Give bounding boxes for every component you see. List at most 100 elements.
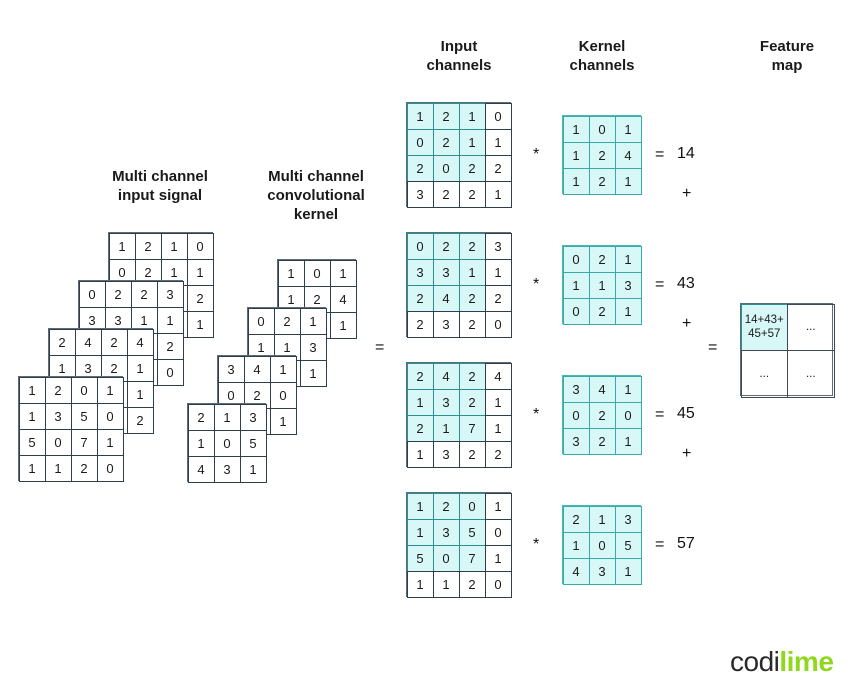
- feature-map-grid: 14+43+ 45+57 ... ... ...: [740, 303, 835, 398]
- matrix-cell: 1: [432, 570, 460, 598]
- matrix-cell: 2: [588, 245, 616, 273]
- matrix-cell: 2: [588, 401, 616, 429]
- matrix-cell: 1: [187, 429, 215, 457]
- channel-result: 45: [677, 405, 695, 422]
- convolution-operator: *: [533, 146, 540, 163]
- matrix-cell: 1: [44, 454, 72, 482]
- matrix-cell: 2: [186, 284, 214, 312]
- feature-map-cell: ...: [787, 350, 835, 398]
- matrix-cell: 0: [432, 544, 460, 572]
- equals-sign-feature: =: [708, 339, 718, 356]
- matrix-cell: 0: [588, 115, 616, 143]
- kernel-channel-4: 213105431: [562, 505, 642, 585]
- matrix-cell: 0: [406, 232, 434, 260]
- matrix-cell: 0: [186, 232, 214, 260]
- matrix-cell: 2: [484, 440, 512, 468]
- kernel-channel-3: 341020321: [562, 375, 642, 455]
- matrix-cell: 5: [239, 429, 267, 457]
- matrix-cell: 1: [96, 376, 124, 404]
- matrix-cell: 0: [588, 531, 616, 559]
- matrix-cell: 0: [44, 428, 72, 456]
- matrix-cell: 0: [213, 429, 241, 457]
- matrix-cell: 4: [329, 285, 357, 313]
- matrix-cell: 5: [614, 531, 642, 559]
- matrix-cell: 5: [70, 402, 98, 430]
- matrix-cell: 4: [243, 355, 271, 383]
- matrix-cell: 1: [239, 455, 267, 483]
- matrix-cell: 5: [406, 544, 434, 572]
- matrix-cell: 1: [432, 414, 460, 442]
- matrix-cell: 3: [299, 333, 327, 361]
- convolution-operator: *: [533, 276, 540, 293]
- matrix-cell: 2: [406, 414, 434, 442]
- matrix-cell: 1: [614, 245, 642, 273]
- matrix-cell: 7: [70, 428, 98, 456]
- matrix-cell: 2: [562, 505, 590, 533]
- matrix-cell: 3: [432, 388, 460, 416]
- equals-sign: =: [655, 536, 665, 553]
- matrix-cell: 3: [406, 258, 434, 286]
- matrix-cell: 1: [406, 570, 434, 598]
- matrix-cell: 4: [562, 557, 590, 585]
- matrix-cell: 4: [484, 362, 512, 390]
- matrix-cell: 4: [74, 328, 102, 356]
- matrix-cell: 2: [458, 388, 486, 416]
- matrix-cell: 4: [432, 284, 460, 312]
- matrix-cell: 2: [48, 328, 76, 356]
- matrix-cell: 3: [562, 427, 590, 455]
- matrix-cell: 2: [406, 154, 434, 182]
- matrix-cell: 7: [458, 414, 486, 442]
- matrix-cell: 0: [432, 154, 460, 182]
- channel-result: 14: [677, 145, 695, 162]
- matrix-cell: 2: [70, 454, 98, 482]
- heading-feature-map: Feature map: [759, 38, 815, 74]
- matrix-cell: 1: [458, 102, 486, 130]
- logo-part-lime: lime: [779, 646, 834, 677]
- matrix-cell: 1: [484, 258, 512, 286]
- matrix-cell: 0: [156, 358, 184, 386]
- matrix-cell: 2: [187, 403, 215, 431]
- matrix-cell: 1: [406, 518, 434, 546]
- kernel-channel-2: 021113021: [562, 245, 642, 325]
- feature-map-cell: ...: [740, 350, 788, 398]
- matrix-cell: 3: [156, 280, 184, 308]
- matrix-cell: 2: [588, 167, 616, 195]
- plus-sign: +: [682, 445, 692, 462]
- matrix-cell: 2: [130, 280, 158, 308]
- matrix-cell: 2: [588, 427, 616, 455]
- matrix-cell: 0: [484, 518, 512, 546]
- matrix-cell: 1: [614, 115, 642, 143]
- matrix-cell: 0: [70, 376, 98, 404]
- matrix-cell: 1: [186, 258, 214, 286]
- matrix-cell: 5: [18, 428, 46, 456]
- matrix-cell: 3: [406, 180, 434, 208]
- matrix-cell: 1: [299, 307, 327, 335]
- matrix-cell: 3: [432, 440, 460, 468]
- matrix-cell: 0: [78, 280, 106, 308]
- matrix-cell: 1: [588, 271, 616, 299]
- feature-map-cell: 14+43+ 45+57: [740, 303, 788, 351]
- matrix-cell: 0: [406, 128, 434, 156]
- matrix-cell: 2: [432, 102, 460, 130]
- matrix-cell: 0: [484, 102, 512, 130]
- heading-input-signal: Multi channel input signal: [112, 168, 208, 204]
- matrix-cell: 3: [217, 355, 245, 383]
- matrix-cell: 2: [458, 180, 486, 208]
- matrix-cell: 3: [432, 518, 460, 546]
- matrix-cell: 0: [484, 310, 512, 338]
- matrix-cell: 1: [614, 297, 642, 325]
- matrix-cell: 0: [562, 401, 590, 429]
- matrix-cell: 2: [432, 232, 460, 260]
- matrix-cell: 1: [614, 427, 642, 455]
- matrix-cell: 1: [484, 180, 512, 208]
- matrix-cell: 3: [213, 455, 241, 483]
- matrix-cell: 7: [458, 544, 486, 572]
- matrix-cell: 3: [239, 403, 267, 431]
- kernel-layer-1: 213105431: [187, 403, 267, 483]
- matrix-cell: 1: [562, 141, 590, 169]
- matrix-cell: 2: [458, 310, 486, 338]
- input-channel-2: 0223331124222320: [406, 232, 512, 338]
- heading-conv-kernel: Multi channel convolutional kernel: [267, 168, 365, 223]
- matrix-cell: 3: [562, 375, 590, 403]
- matrix-cell: 1: [269, 407, 297, 435]
